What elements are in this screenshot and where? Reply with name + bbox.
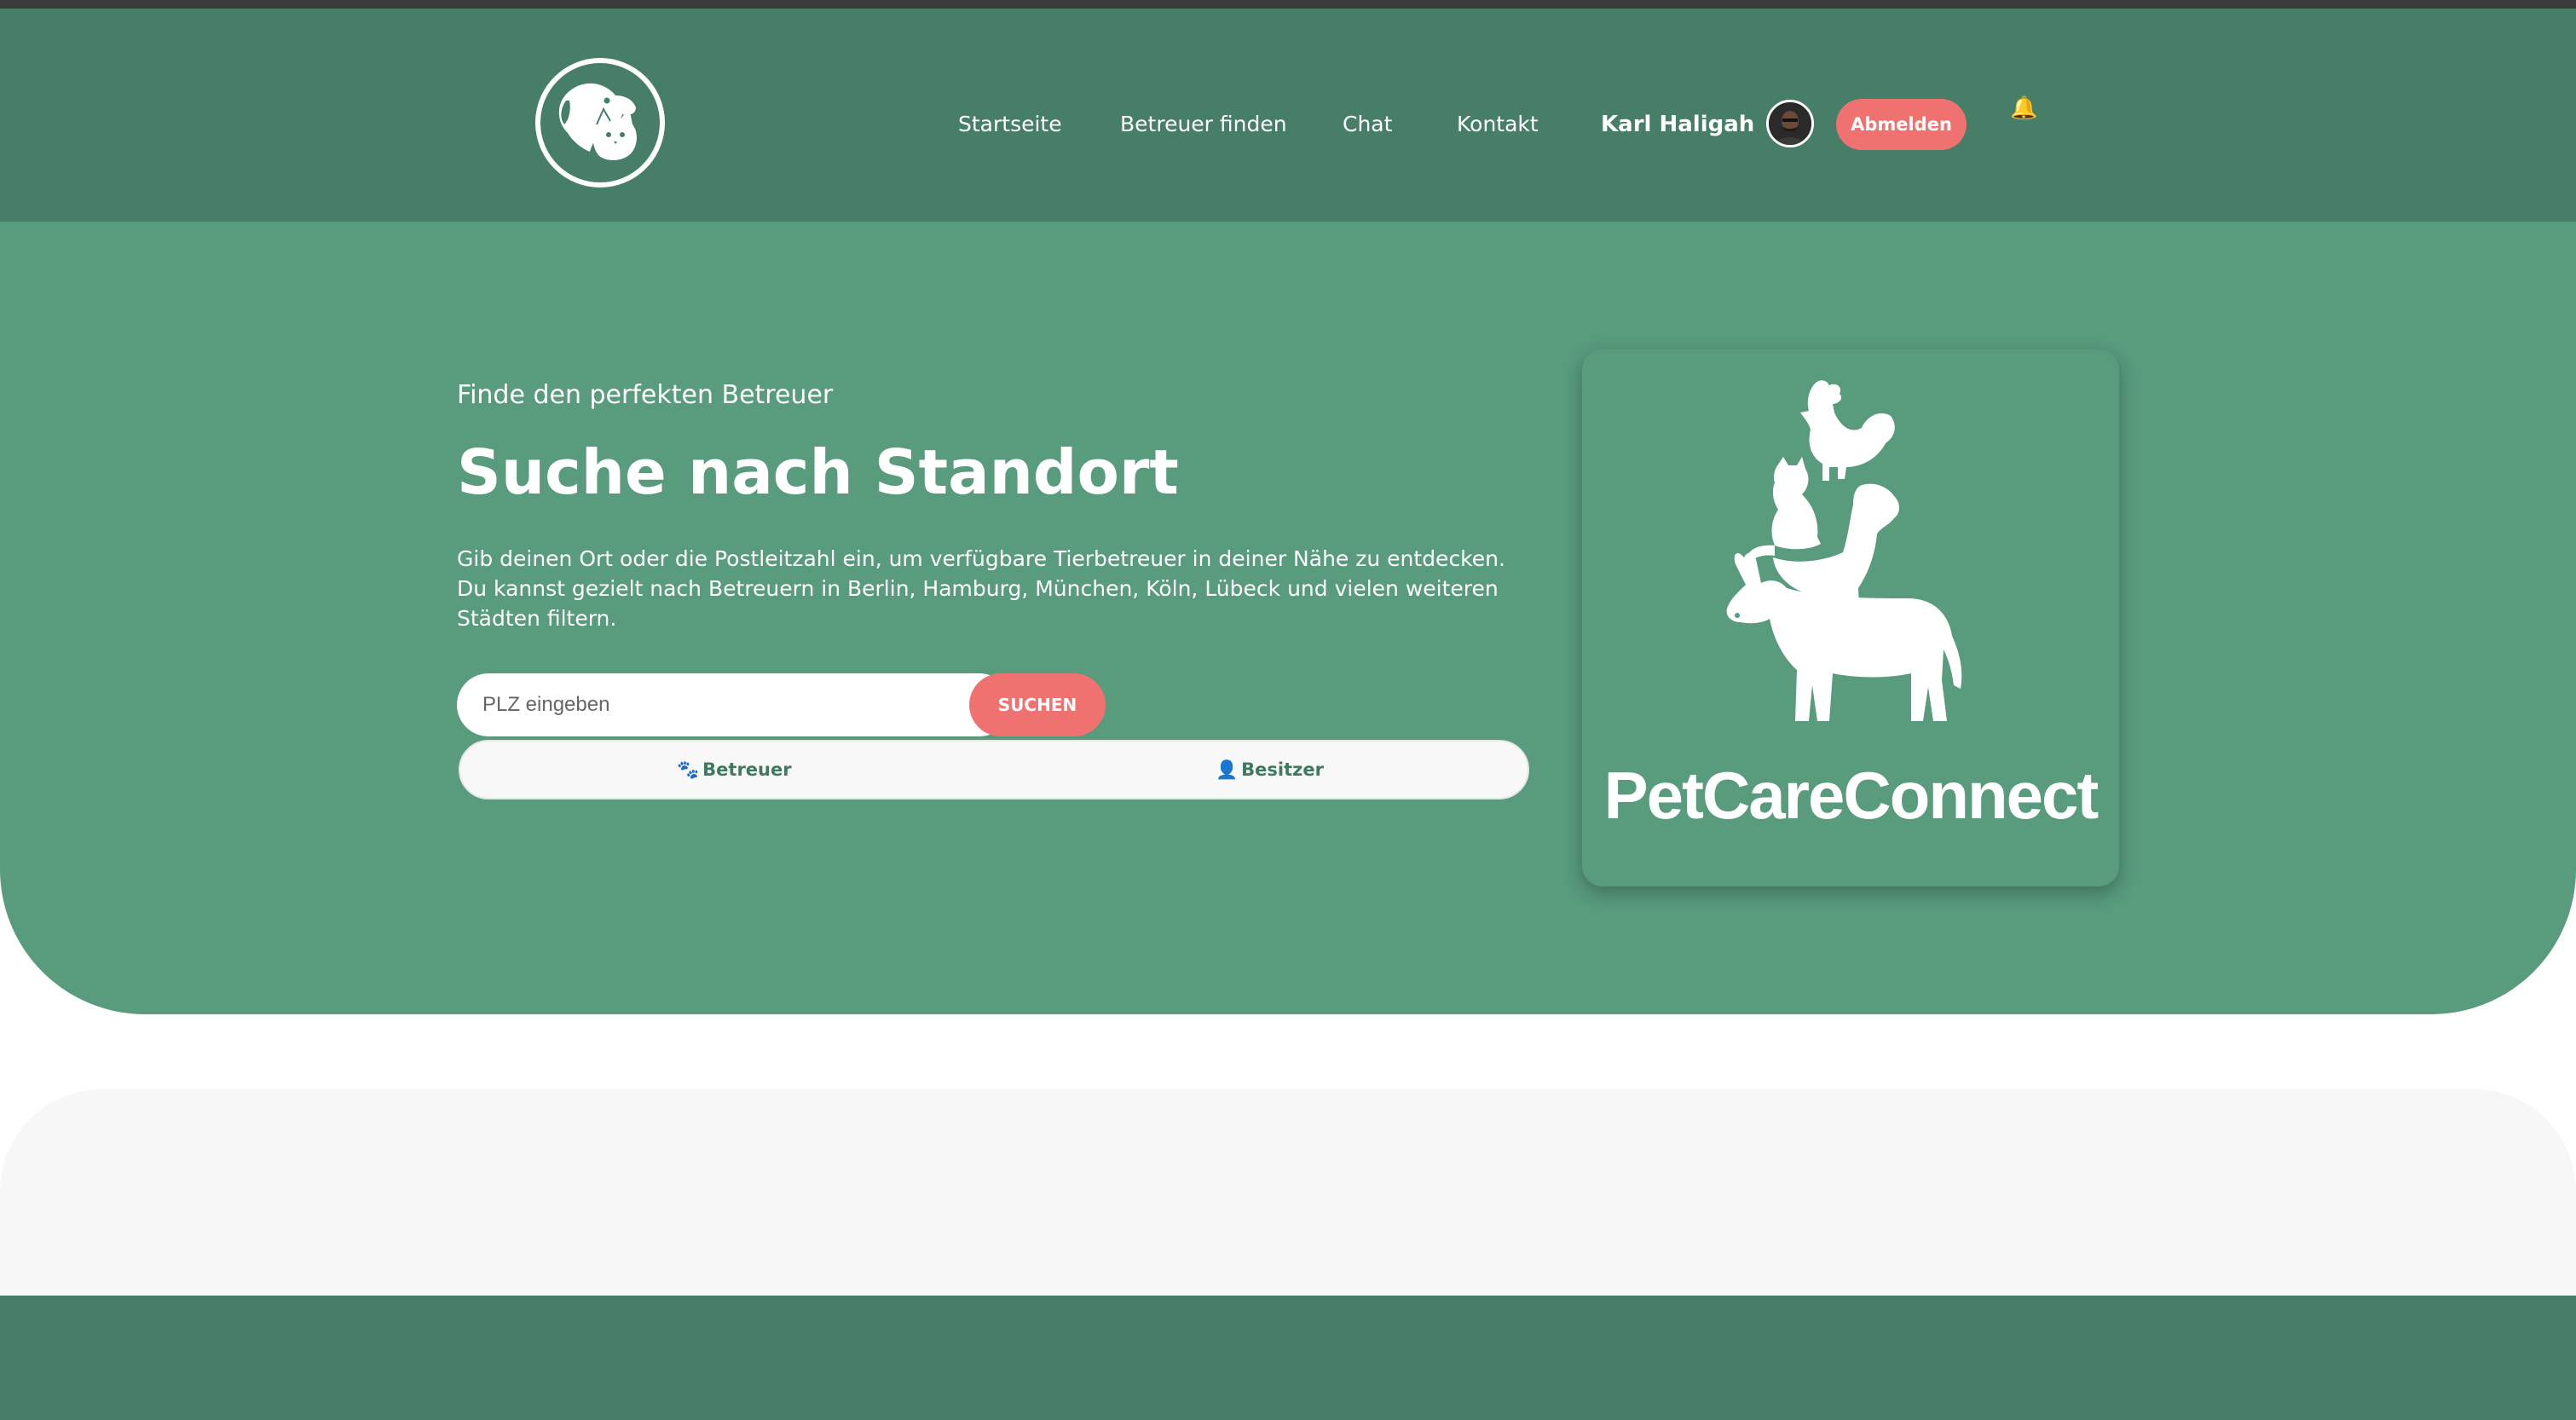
bell-icon[interactable]: 🔔 (2010, 95, 2037, 121)
page-title: Suche nach Standort (457, 436, 1179, 508)
nav-link-startseite[interactable]: Startseite (958, 107, 1062, 141)
role-toggle: 🐾 Betreuer 👤 Besitzer (459, 740, 1529, 799)
dog-cat-logo-icon (558, 83, 637, 160)
role-tab-label: Betreuer (702, 759, 792, 780)
user-photo-icon (1769, 102, 1811, 145)
window-top-strip (0, 0, 2576, 9)
site-footer (0, 1296, 2576, 1420)
logout-button[interactable]: Abmelden (1836, 99, 1967, 150)
hero-section: Finde den perfekten Betreuer Suche nach … (0, 222, 2576, 1014)
search-button[interactable]: SUCHEN (969, 673, 1106, 736)
hero-subtitle: Finde den perfekten Betreuer (457, 380, 834, 410)
site-header: Startseite Betreuer finden Chat Kontakt … (0, 9, 2576, 222)
role-tab-label: Besitzer (1241, 759, 1324, 780)
nav-link-betreuer-finden[interactable]: Betreuer finden (1120, 107, 1287, 141)
brand-name: PetCareConnect (1603, 758, 2099, 833)
hero-description: Gib deinen Ort oder die Postleitzahl ein… (457, 546, 1505, 631)
role-tab-besitzer[interactable]: 👤 Besitzer (1216, 742, 1324, 798)
user-name[interactable]: Karl Haligah (1601, 107, 1754, 141)
plz-search-input[interactable] (457, 673, 1011, 736)
role-tab-betreuer[interactable]: 🐾 Betreuer (677, 742, 792, 798)
logo-pets-icon[interactable] (535, 58, 665, 188)
avatar[interactable] (1766, 100, 1814, 147)
paw-icon: 🐾 (677, 759, 700, 780)
nav-link-chat[interactable]: Chat (1343, 107, 1392, 141)
nav-link-kontakt[interactable]: Kontakt (1457, 107, 1539, 141)
person-icon: 👤 (1216, 759, 1239, 780)
stacked-animals-icon (1726, 380, 1962, 721)
brand-card: PetCareConnect (1582, 349, 2119, 886)
